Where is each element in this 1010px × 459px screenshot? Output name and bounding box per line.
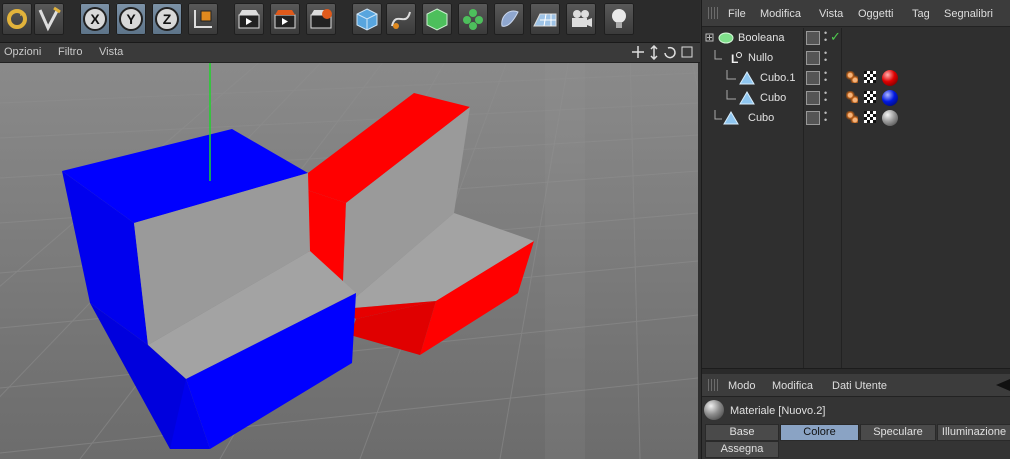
axis-x-button[interactable]: X: [80, 3, 110, 35]
texture-tag-icon[interactable]: [864, 111, 876, 123]
cube-icon[interactable]: [352, 3, 382, 35]
menu-modo[interactable]: Modo: [728, 380, 756, 392]
object-name-booleana: Booleana: [738, 32, 785, 44]
floor-icon[interactable]: [530, 3, 560, 35]
right-panel: File Modifica Vista Oggetti Tag Segnalib…: [701, 0, 1010, 459]
tab-illuminazione[interactable]: Illuminazione: [937, 424, 1010, 441]
menu-file[interactable]: File: [728, 8, 746, 20]
axis-y-label: Y: [126, 11, 136, 27]
tab-colore[interactable]: Colore: [780, 424, 859, 441]
layer-toggle-icon[interactable]: [806, 51, 820, 65]
viewport-scene: [0, 63, 698, 459]
cube-object-icon: [714, 110, 739, 125]
attribute-manager-menu: Modo Modifica Dati Utente: [702, 374, 1010, 397]
material-title: Materiale [Nuovo.2]: [730, 405, 826, 417]
texture-tag-icon[interactable]: [864, 71, 876, 83]
coordinate-system-icon[interactable]: [188, 3, 218, 35]
menu-segnalibri[interactable]: Segnalibri: [944, 8, 993, 20]
camera-icon[interactable]: [566, 3, 596, 35]
back-arrow-icon[interactable]: [996, 379, 1010, 391]
object-row-cubo-root[interactable]: Cubo • •: [702, 108, 1010, 128]
grey-material-tag[interactable]: [882, 110, 898, 126]
object-row-cubo1[interactable]: Cubo.1 • •: [702, 68, 1010, 88]
viewport-menu-filter[interactable]: Filtro: [58, 46, 82, 58]
main-toolbar: X Y Z: [0, 0, 700, 43]
grip-icon[interactable]: [708, 7, 720, 19]
grip-icon[interactable]: [708, 379, 720, 391]
menu-modifica-attr[interactable]: Modifica: [772, 380, 813, 392]
object-row-nullo[interactable]: L Nullo • •: [702, 48, 1010, 68]
visibility-dots-icon[interactable]: • •: [824, 49, 827, 65]
object-name-cubo: Cubo: [760, 92, 787, 104]
object-manager-menu: File Modifica Vista Oggetti Tag Segnalib…: [702, 0, 1010, 27]
layer-toggle-icon[interactable]: [806, 91, 820, 105]
svg-text:L: L: [731, 52, 738, 66]
phong-tag-icon[interactable]: [846, 71, 858, 83]
blue-material-tag[interactable]: [882, 90, 898, 106]
viewport-menu-bar: Opzioni Filtro Vista: [0, 43, 700, 63]
menu-oggetti[interactable]: Oggetti: [858, 8, 893, 20]
cube-object-icon: [726, 90, 755, 105]
null-object-icon: L: [714, 50, 742, 66]
layer-toggle-icon[interactable]: [806, 31, 820, 45]
tab-speculare[interactable]: Speculare: [860, 424, 936, 441]
viewport-menu-options[interactable]: Opzioni: [4, 46, 41, 58]
texture-tag-icon[interactable]: [864, 91, 876, 103]
viewport-menu-view[interactable]: Vista: [99, 46, 123, 58]
render-settings-icon[interactable]: [306, 3, 336, 35]
cloner-icon[interactable]: [458, 3, 488, 35]
attribute-panel-body: Materiale [Nuovo.2] Base Colore Specular…: [702, 397, 1010, 459]
visibility-dots-icon[interactable]: • •: [824, 29, 827, 45]
axis-y-button[interactable]: Y: [116, 3, 146, 35]
phong-tag-icon[interactable]: [846, 111, 858, 123]
axis-z-button[interactable]: Z: [152, 3, 182, 35]
menu-tag[interactable]: Tag: [912, 8, 930, 20]
layer-toggle-icon[interactable]: [806, 111, 820, 125]
light-icon[interactable]: [604, 3, 634, 35]
object-name-cubo1: Cubo.1: [760, 72, 796, 84]
cube-object-icon: [726, 70, 755, 85]
tab-assegna[interactable]: Assegna: [705, 441, 779, 458]
visibility-dots-icon[interactable]: • •: [824, 109, 827, 125]
undo-icon[interactable]: [2, 3, 32, 35]
object-name-cubo-root: Cubo: [748, 112, 775, 124]
live-selection-icon[interactable]: [34, 3, 64, 35]
axis-z-label: Z: [163, 11, 172, 27]
subdivision-surface-icon[interactable]: [422, 3, 452, 35]
object-row-cubo[interactable]: Cubo • •: [702, 88, 1010, 108]
menu-dati-utente[interactable]: Dati Utente: [832, 380, 887, 392]
red-material-tag[interactable]: [882, 70, 898, 86]
menu-vista[interactable]: Vista: [819, 8, 843, 20]
phong-tag-icon[interactable]: [846, 91, 858, 103]
tab-base[interactable]: Base: [705, 424, 779, 441]
visibility-dots-icon[interactable]: • •: [824, 89, 827, 105]
axis-x-label: X: [90, 11, 100, 27]
spline-pen-icon[interactable]: [386, 3, 416, 35]
deformer-icon[interactable]: [494, 3, 524, 35]
material-preview-icon: [704, 400, 724, 420]
visibility-dots-icon[interactable]: • •: [824, 69, 827, 85]
layer-toggle-icon[interactable]: [806, 71, 820, 85]
boolean-object-icon: [705, 32, 734, 44]
object-name-nullo: Nullo: [748, 52, 774, 64]
render-picture-viewer-icon[interactable]: [270, 3, 300, 35]
object-row-booleana[interactable]: Booleana • • ✓: [702, 28, 1010, 48]
viewport-3d[interactable]: [0, 63, 698, 459]
render-view-icon[interactable]: [234, 3, 264, 35]
enabled-check-icon[interactable]: ✓: [830, 29, 841, 45]
menu-modifica[interactable]: Modifica: [760, 8, 801, 20]
viewport-nav-icons[interactable]: [632, 45, 694, 60]
